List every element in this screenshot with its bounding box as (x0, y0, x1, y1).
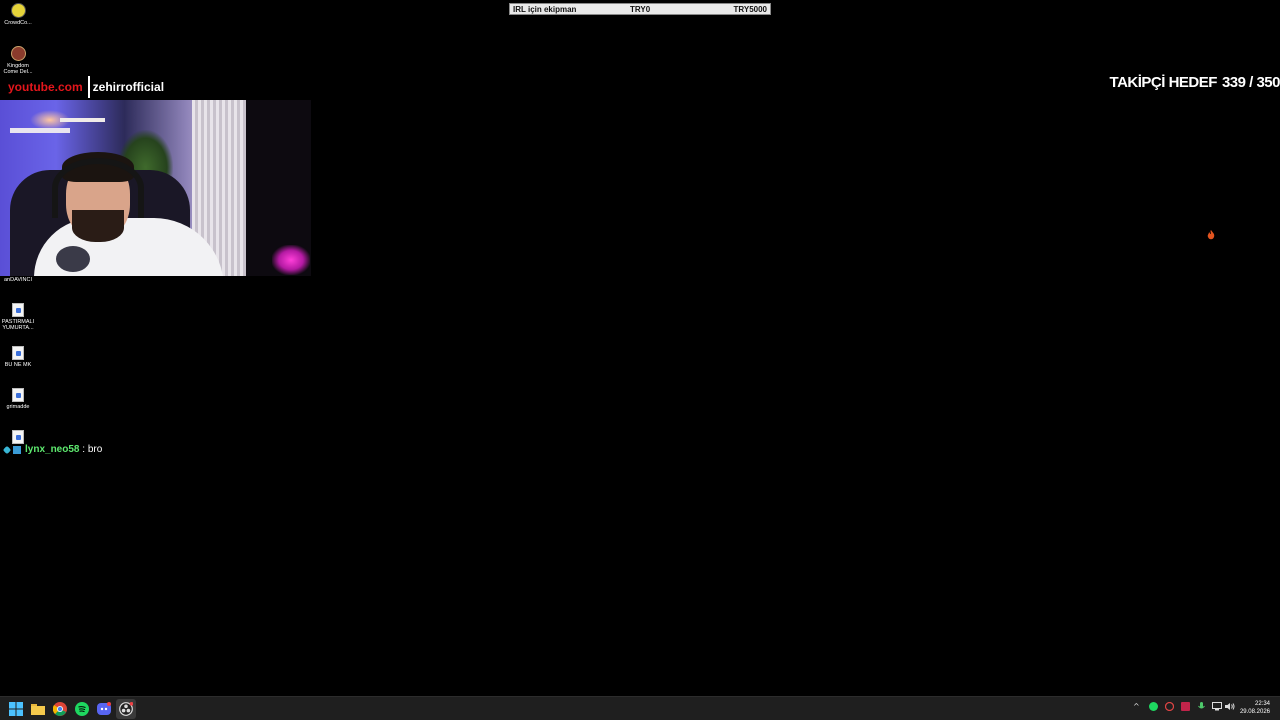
chat-text: bro (87, 444, 103, 455)
desktop-icon-label: CrowdCo... (4, 20, 32, 26)
desktop-icon-andavinci[interactable]: anDAVINCI (0, 277, 36, 283)
game-icon (10, 46, 26, 61)
desktop-icon-label: grimadde (6, 404, 30, 410)
network-icon[interactable] (1212, 702, 1222, 713)
youtube-site: youtube.com (8, 80, 83, 94)
spotify-tray-icon[interactable] (1149, 702, 1158, 713)
flame-icon (1207, 230, 1215, 240)
divider (87, 76, 90, 98)
chat-message: lynx_neo58 : bro (2, 444, 103, 455)
taskbar: ^ 22:34 29.08.2026 (0, 696, 1280, 720)
desktop-icon-kingdom-come[interactable]: Kingdom Come Del... (0, 46, 36, 75)
desktop-icon-pastirmali[interactable]: PASTIRMALI YUMURTA... (0, 303, 36, 331)
clock-time: 22:34 (1254, 701, 1270, 707)
chrome-icon[interactable] (52, 701, 68, 717)
follower-goal-label: TAKİPÇİ HEDEF (1109, 74, 1218, 91)
app-tray-icon[interactable] (1181, 702, 1190, 713)
clock-date: 29.08.2026 (1239, 709, 1270, 715)
chevron-up-icon[interactable]: ^ (1133, 702, 1140, 711)
goal-target: TRY5000 (733, 4, 768, 14)
desktop-icon-grimadde[interactable]: grimadde (0, 388, 36, 410)
desktop-icon-label: PASTIRMALI YUMURTA... (1, 319, 35, 331)
donation-goal-bar: IRL için ekipman TRY0 TRY5000 (509, 3, 771, 15)
desktop-icon-bu-ne-mk[interactable]: BU NE MK (0, 346, 36, 368)
document-icon (12, 388, 24, 402)
document-icon (12, 303, 24, 317)
badge-icon (2, 445, 12, 454)
social-overlay: youtube.com zehirrofficial (0, 76, 164, 98)
desktop-icon-crowdco[interactable]: CrowdCo... (0, 3, 36, 26)
document-icon (12, 430, 24, 444)
webcam-feed (0, 100, 311, 276)
channel-handle: zehirrofficial (92, 80, 165, 94)
crowd-app-icon (10, 3, 26, 18)
desktop-icon-label: BU NE MK (4, 362, 32, 368)
goal-label: IRL için ekipman (513, 4, 577, 14)
document-icon (12, 346, 24, 360)
system-clock[interactable]: 22:34 29.08.2026 (1240, 700, 1270, 716)
follower-goal-value: 339 / 350 (1221, 74, 1280, 91)
desktop-icon-label: anDAVINCI (3, 277, 33, 283)
volume-icon[interactable] (1225, 702, 1235, 713)
chat-separator: : (79, 444, 88, 455)
discord-icon[interactable] (96, 701, 112, 717)
mic-icon[interactable] (1197, 702, 1206, 713)
chat-username: lynx_neo58 (25, 444, 80, 455)
start-icon[interactable] (8, 701, 24, 717)
badge-icon (13, 445, 21, 454)
follower-goal: TAKİPÇİ HEDEF 339 / 350 (1110, 74, 1280, 91)
desktop-icon-label: Kingdom Come Del... (3, 63, 33, 75)
goal-current: TRY0 (630, 4, 651, 14)
obs-icon[interactable] (116, 699, 136, 719)
file-explorer-icon[interactable] (30, 701, 46, 717)
spotify-icon[interactable] (74, 701, 90, 717)
antivirus-icon[interactable] (1164, 701, 1175, 713)
